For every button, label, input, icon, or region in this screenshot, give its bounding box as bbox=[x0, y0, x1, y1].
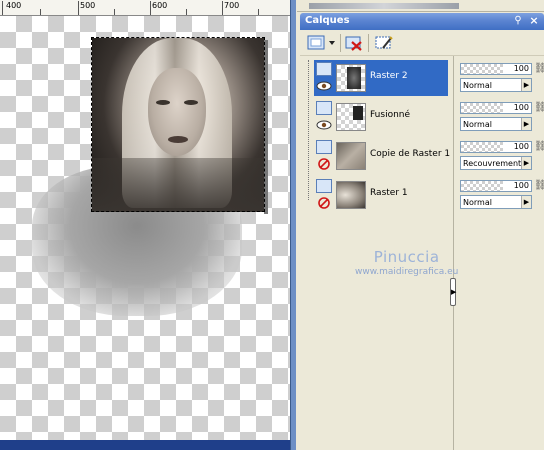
layers-toolbar bbox=[300, 30, 544, 56]
layer-thumbnail bbox=[336, 64, 366, 92]
blend-mode-select[interactable]: Recouvrement ▶ bbox=[460, 156, 532, 170]
delete-layer-icon bbox=[345, 36, 362, 51]
visibility-eye-icon[interactable] bbox=[316, 80, 332, 92]
layer-name: Raster 1 bbox=[370, 188, 408, 198]
hidden-layer-icon[interactable] bbox=[316, 197, 332, 209]
layer-row-raster-2[interactable]: Raster 2 bbox=[314, 60, 448, 96]
layers-list: Raster 2 Fusionné Copie de Raster 1 Rast… bbox=[300, 56, 544, 450]
layer-tree-line bbox=[308, 60, 309, 200]
ruler-label: 400 bbox=[6, 1, 22, 10]
drop-shadow bbox=[264, 40, 268, 214]
dropdown-arrow-icon: ▶ bbox=[521, 79, 531, 91]
new-raster-layer-icon bbox=[307, 35, 335, 50]
dropdown-arrow-icon: ▶ bbox=[521, 196, 531, 208]
raster-layer-icon bbox=[316, 101, 332, 115]
opacity-slider[interactable]: 100 bbox=[460, 141, 532, 153]
raster-layer-icon bbox=[316, 140, 332, 154]
horizontal-ruler: 400 500 600 700 bbox=[0, 0, 290, 16]
blend-mode-value: Normal bbox=[463, 120, 492, 129]
layer-row-copie-de-raster-1[interactable]: Copie de Raster 1 bbox=[314, 138, 451, 174]
portrait-image bbox=[92, 38, 264, 212]
layer-blend-controls: 100 Recouvrement ▶ ⛓ bbox=[460, 139, 544, 173]
blend-mode-value: Recouvrement bbox=[463, 159, 522, 168]
layers-palette-titlebar[interactable]: Calques ⚲ × bbox=[300, 13, 544, 30]
canvas-vertical-scrollbar[interactable] bbox=[290, 0, 296, 450]
panel-splitter[interactable] bbox=[453, 56, 459, 450]
blend-mode-select[interactable]: Normal ▶ bbox=[460, 117, 532, 131]
layer-name: Raster 2 bbox=[370, 71, 408, 81]
visibility-eye-icon[interactable] bbox=[316, 119, 332, 131]
palette-dock-strip bbox=[297, 0, 544, 12]
layer-thumbnail bbox=[336, 181, 366, 209]
layer-name: Fusionné bbox=[370, 110, 411, 120]
dock-grip[interactable] bbox=[309, 3, 459, 9]
psp-workspace: 400 500 600 700 Calques ⚲ × Raster 2 Fus… bbox=[0, 0, 544, 450]
hidden-layer-icon[interactable] bbox=[316, 158, 332, 170]
close-icon[interactable]: × bbox=[528, 15, 540, 27]
canvas-horizontal-scrollbar[interactable] bbox=[0, 440, 290, 450]
image-canvas[interactable] bbox=[0, 16, 290, 440]
layer-row-fusionne[interactable]: Fusionné bbox=[314, 99, 448, 135]
new-layer-button[interactable] bbox=[306, 34, 338, 52]
opacity-slider[interactable]: 100 bbox=[460, 102, 532, 114]
palette-title: Calques bbox=[305, 15, 350, 26]
pin-icon[interactable]: ⚲ bbox=[512, 15, 524, 27]
link-icon[interactable]: ⛓ bbox=[534, 180, 544, 192]
raster-layer-icon bbox=[316, 62, 332, 76]
blend-mode-value: Normal bbox=[463, 81, 492, 90]
dropdown-arrow-icon: ▶ bbox=[521, 118, 531, 130]
ruler-label: 700 bbox=[224, 1, 240, 10]
blend-mode-select[interactable]: Normal ▶ bbox=[460, 78, 532, 92]
ruler-label: 600 bbox=[152, 1, 168, 10]
opacity-slider[interactable]: 100 bbox=[460, 63, 532, 75]
opacity-value: 100 bbox=[513, 103, 529, 112]
link-icon[interactable]: ⛓ bbox=[534, 141, 544, 153]
splitter-handle[interactable]: ▶ bbox=[450, 278, 456, 306]
dropdown-arrow-icon: ▶ bbox=[521, 157, 531, 169]
layer-row-raster-1[interactable]: Raster 1 bbox=[314, 177, 448, 213]
link-icon[interactable]: ⛓ bbox=[534, 102, 544, 114]
layer-thumbnail bbox=[336, 142, 366, 170]
link-icon[interactable]: ⛓ bbox=[534, 63, 544, 75]
layer-blend-controls: 100 Normal ▶ ⛓ bbox=[460, 100, 544, 134]
opacity-value: 100 bbox=[513, 181, 529, 190]
raster-layer-icon bbox=[316, 179, 332, 193]
layer-blend-controls: 100 Normal ▶ ⛓ bbox=[460, 178, 544, 212]
layer-properties-button[interactable] bbox=[374, 34, 394, 52]
layer-blend-controls: 100 Normal ▶ ⛓ bbox=[460, 61, 544, 95]
ruler-label: 500 bbox=[80, 1, 96, 10]
opacity-slider[interactable]: 100 bbox=[460, 180, 532, 192]
blend-mode-value: Normal bbox=[463, 198, 492, 207]
delete-layer-button[interactable] bbox=[344, 34, 364, 52]
opacity-value: 100 bbox=[513, 142, 529, 151]
layer-properties-icon bbox=[375, 36, 393, 49]
layer-thumbnail bbox=[336, 103, 366, 131]
opacity-value: 100 bbox=[513, 64, 529, 73]
blend-mode-select[interactable]: Normal ▶ bbox=[460, 195, 532, 209]
layer-name: Copie de Raster 1 bbox=[370, 149, 451, 159]
